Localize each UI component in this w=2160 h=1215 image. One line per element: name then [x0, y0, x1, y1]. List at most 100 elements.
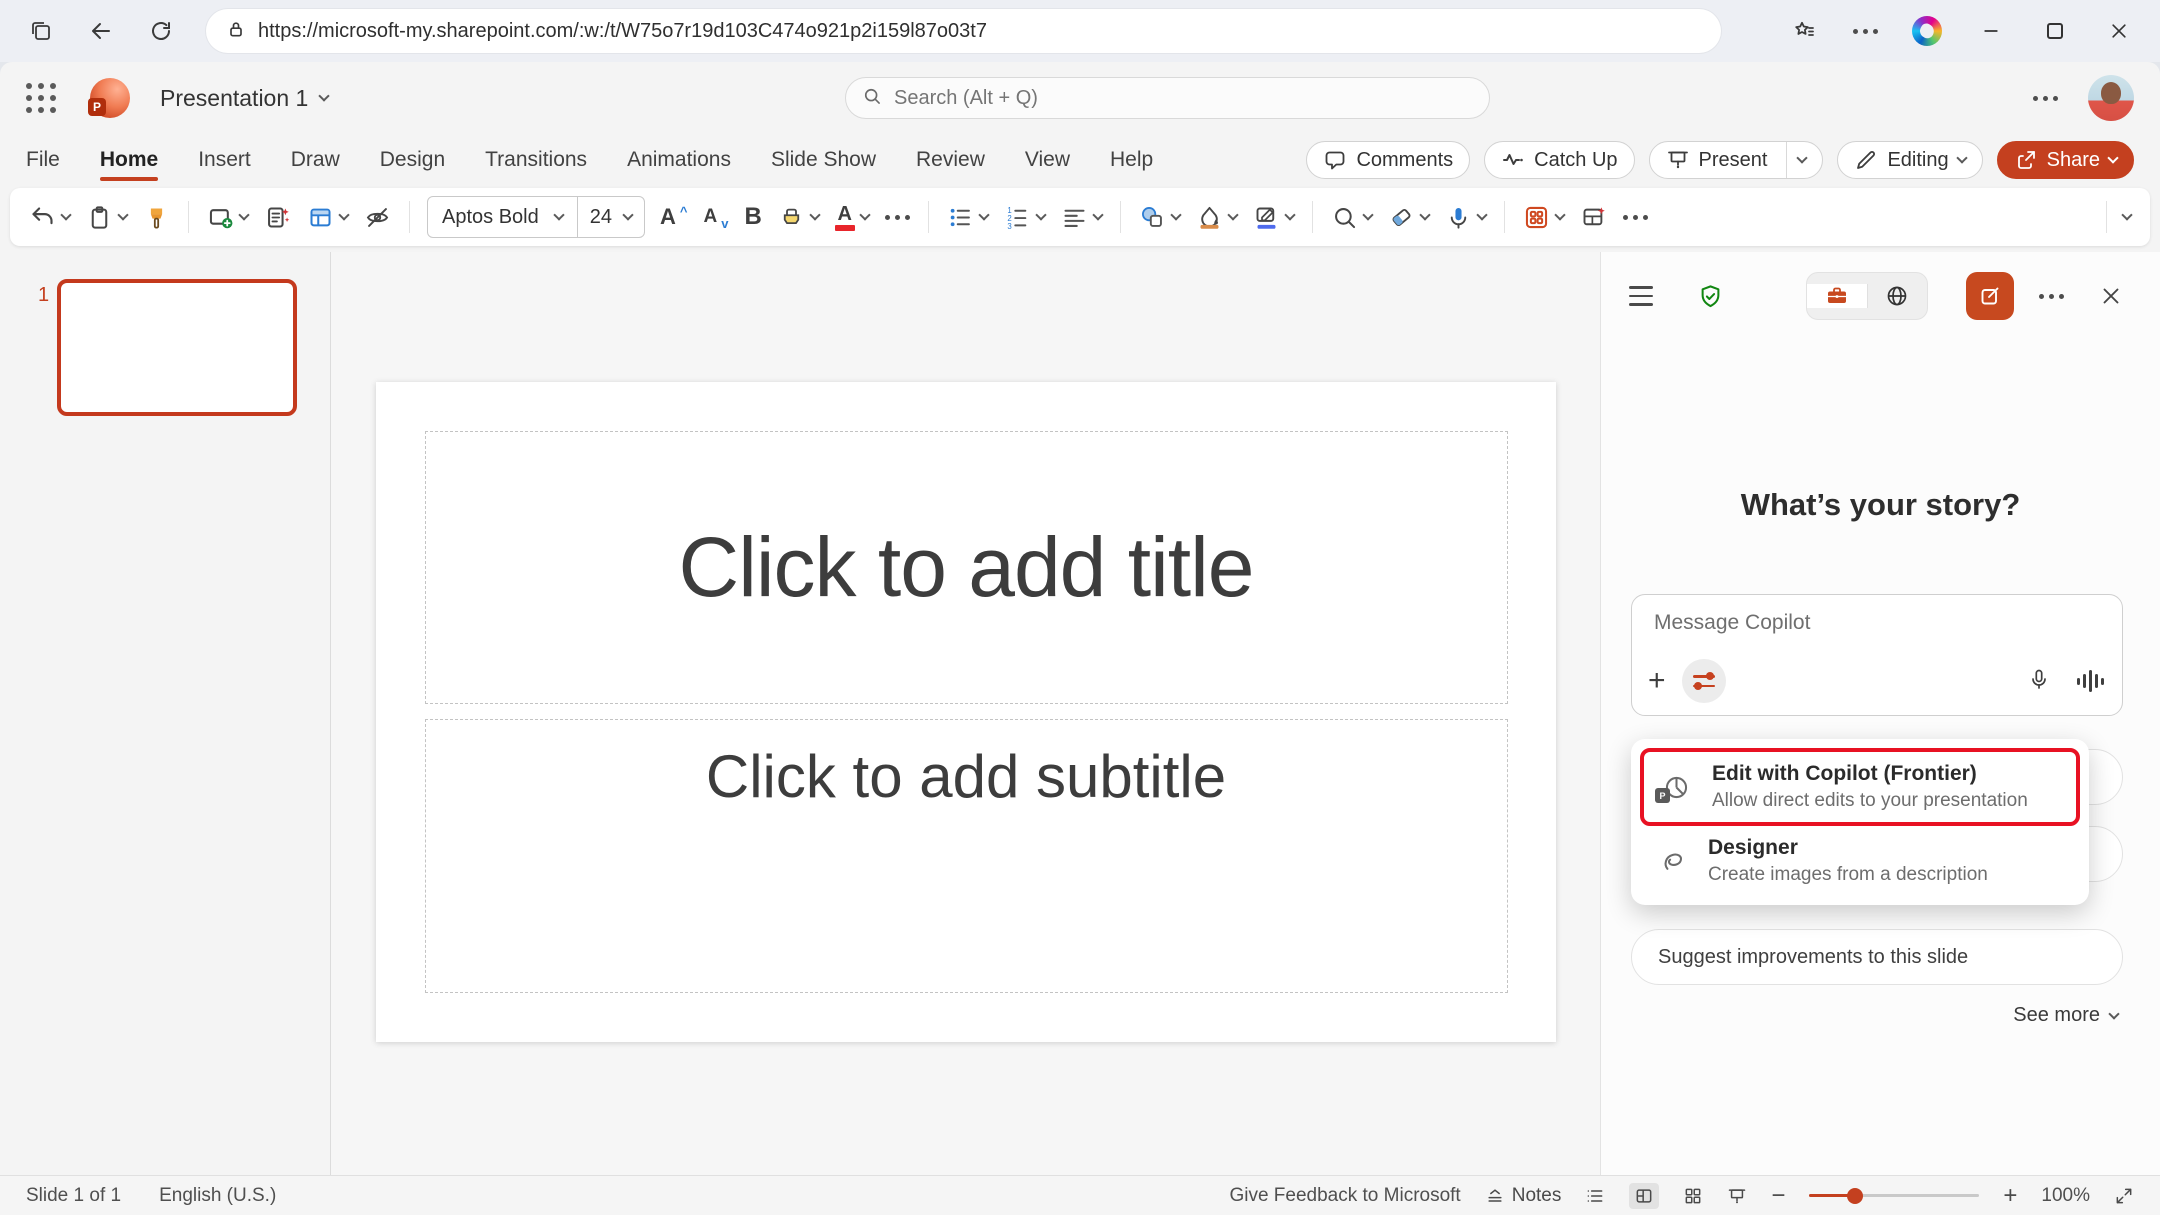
grow-font-button[interactable]: A^ [653, 196, 694, 238]
copilot-close-icon[interactable] [2099, 276, 2123, 316]
shape-fill-button[interactable] [1189, 196, 1244, 238]
voice-wave-icon[interactable] [2077, 670, 2104, 692]
powerpoint-logo[interactable]: P [90, 78, 130, 118]
layout-button[interactable] [300, 196, 355, 238]
fit-to-window-icon[interactable] [2114, 1186, 2134, 1206]
zoom-in-button[interactable]: + [2003, 1182, 2017, 1210]
copilot-message-input[interactable] [1654, 611, 2100, 635]
font-more-button[interactable] [878, 196, 917, 238]
menu-item-designer[interactable]: Designer Create images from a descriptio… [1640, 826, 2080, 896]
minimize-button[interactable] [1976, 16, 2006, 46]
shapes-button[interactable] [1132, 196, 1187, 238]
highlighter-button[interactable] [771, 196, 826, 238]
tab-animations[interactable]: Animations [627, 134, 731, 186]
slide-count-label[interactable]: Slide 1 of 1 [26, 1185, 121, 1207]
font-size-selector[interactable]: 24 [577, 197, 644, 237]
tab-overview-icon[interactable] [26, 16, 56, 46]
tab-insert[interactable]: Insert [198, 134, 251, 186]
tab-review[interactable]: Review [916, 134, 985, 186]
present-dropdown-icon[interactable] [1797, 152, 1808, 163]
subtitle-placeholder[interactable]: Click to add subtitle [425, 719, 1508, 993]
tab-transitions[interactable]: Transitions [485, 134, 587, 186]
copilot-message-box[interactable]: + [1631, 594, 2123, 716]
tab-help[interactable]: Help [1110, 134, 1153, 186]
search-input[interactable] [894, 87, 1473, 110]
paste-button[interactable] [79, 196, 134, 238]
present-button[interactable]: Present [1649, 141, 1824, 179]
align-button[interactable] [1054, 196, 1109, 238]
attach-plus-icon[interactable]: + [1648, 666, 1666, 696]
copilot-menu-icon[interactable] [1629, 276, 1653, 316]
mic-icon[interactable] [2027, 667, 2051, 696]
designer-pane-button[interactable] [1573, 196, 1614, 238]
slide-thumbnail[interactable] [57, 279, 297, 416]
font-name-selector[interactable]: Aptos Bold [428, 206, 577, 229]
designer-doc-button[interactable] [257, 196, 298, 238]
zoom-out-button[interactable]: − [1771, 1182, 1785, 1210]
hide-ink-button[interactable] [357, 196, 398, 238]
shrink-font-button[interactable]: Av [696, 196, 735, 238]
maximize-button[interactable] [2040, 16, 2070, 46]
slide[interactable]: Click to add title Click to add subtitle [376, 382, 1556, 1042]
font-color-button[interactable]: A [828, 196, 876, 238]
menu-item-edit-with-copilot[interactable]: P Edit with Copilot (Frontier) Allow dir… [1640, 748, 2080, 826]
back-button[interactable] [86, 16, 116, 46]
url-input[interactable] [258, 20, 1701, 43]
see-more-button[interactable]: See more [2013, 1004, 2118, 1027]
web-mode-tab[interactable] [1868, 284, 1928, 308]
document-title[interactable]: Presentation 1 [160, 85, 328, 112]
toolbar-more-button[interactable] [1616, 196, 1655, 238]
normal-view-icon[interactable] [1629, 1183, 1659, 1209]
ellipsis-icon [885, 215, 910, 220]
slide-sorter-icon[interactable] [1683, 1186, 1703, 1206]
protected-shield-icon[interactable] [1697, 276, 1724, 316]
shape-outline-button[interactable] [1246, 196, 1301, 238]
tab-file[interactable]: File [26, 134, 60, 186]
header-more-icon[interactable] [2033, 96, 2058, 101]
ribbon-collapse-button[interactable] [2116, 196, 2138, 238]
find-button[interactable] [1324, 196, 1379, 238]
bullets-button[interactable] [940, 196, 995, 238]
editing-mode-button[interactable]: Editing [1837, 141, 1982, 179]
url-bar[interactable] [206, 9, 1721, 53]
zoom-level-label[interactable]: 100% [2041, 1185, 2090, 1207]
browser-menu-icon[interactable] [1853, 29, 1878, 34]
avatar[interactable] [2088, 75, 2134, 121]
work-mode-tab[interactable] [1807, 284, 1868, 308]
tab-draw[interactable]: Draw [291, 134, 340, 186]
zoom-slider-handle[interactable] [1847, 1188, 1863, 1204]
title-placeholder[interactable]: Click to add title [425, 431, 1508, 704]
app-launcher-icon[interactable] [26, 83, 56, 113]
dictate-button[interactable] [1438, 196, 1493, 238]
eraser-button[interactable] [1381, 196, 1436, 238]
tab-view[interactable]: View [1025, 134, 1070, 186]
feedback-link[interactable]: Give Feedback to Microsoft [1229, 1185, 1460, 1207]
design-ideas-button[interactable] [1516, 196, 1571, 238]
tab-design[interactable]: Design [380, 134, 445, 186]
edge-copilot-icon[interactable] [1912, 16, 1942, 46]
language-label[interactable]: English (U.S.) [159, 1185, 276, 1207]
suggestion-pill[interactable]: Suggest improvements to this slide [1631, 929, 2123, 985]
numbering-button[interactable]: 123 [997, 196, 1052, 238]
undo-button[interactable] [22, 196, 77, 238]
format-painter-button[interactable] [136, 196, 177, 238]
new-chat-button[interactable] [1966, 272, 2014, 320]
comments-button[interactable]: Comments [1306, 141, 1470, 179]
bold-button[interactable]: B [737, 196, 768, 238]
outline-view-icon[interactable] [1585, 1186, 1605, 1206]
close-window-button[interactable] [2104, 16, 2134, 46]
slideshow-view-icon[interactable] [1727, 1186, 1747, 1206]
notes-button[interactable]: Notes [1485, 1185, 1562, 1207]
refresh-button[interactable] [146, 16, 176, 46]
share-button[interactable]: Share [1997, 141, 2134, 179]
search-box[interactable] [845, 77, 1490, 119]
tab-home[interactable]: Home [100, 134, 158, 186]
options-sliders-icon[interactable] [1682, 659, 1726, 703]
copilot-more-icon[interactable] [2039, 276, 2064, 316]
new-slide-button[interactable] [200, 196, 255, 238]
copilot-mode-toggle[interactable] [1806, 272, 1928, 320]
favorites-icon[interactable] [1789, 16, 1819, 46]
tab-slide-show[interactable]: Slide Show [771, 134, 876, 186]
zoom-slider[interactable] [1809, 1194, 1979, 1197]
catch-up-button[interactable]: Catch Up [1484, 141, 1634, 179]
